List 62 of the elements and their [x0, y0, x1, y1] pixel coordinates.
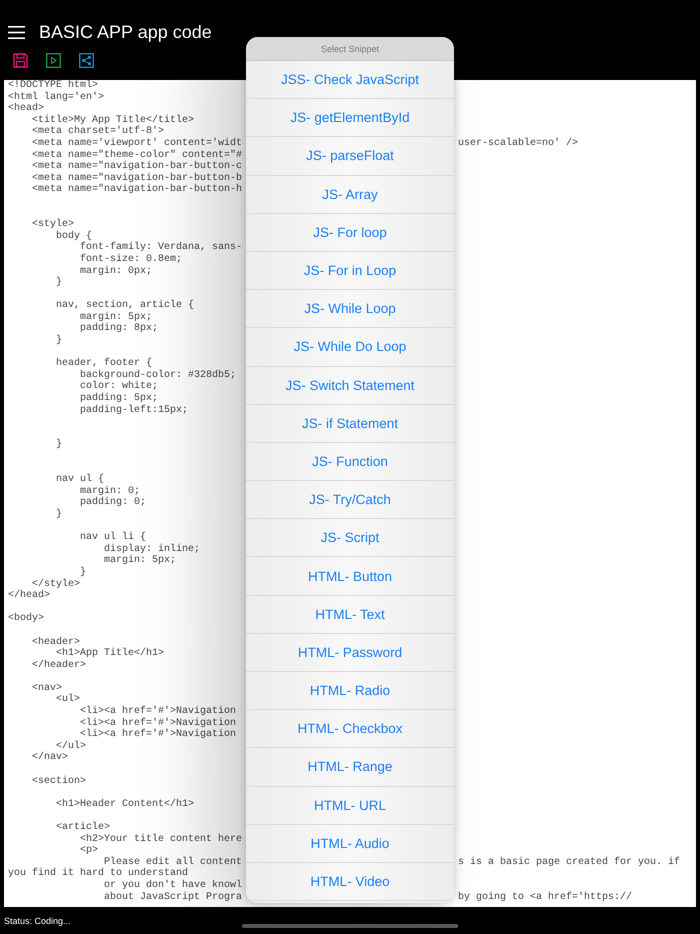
code-line: margin: 0px; [79, 266, 152, 278]
code-line: <style> [31, 219, 74, 230]
code-line: s is a basic page created for you. if [458, 856, 680, 868]
code-line: <p> [79, 845, 98, 857]
code-line: <meta name='viewport' content='widt [31, 138, 242, 150]
code-line: } [55, 335, 62, 347]
code-line: <meta name="navigation-bar-button-c [31, 161, 242, 172]
code-line: margin: 5px; [103, 555, 176, 567]
code-line: </style> [32, 578, 80, 590]
code-line: </header> [31, 660, 86, 672]
code-line: header, footer { [55, 358, 152, 370]
code-line: <body> [8, 613, 44, 625]
popover-title: Select Snippet [246, 37, 454, 61]
code-line: <meta name="navigation-bar-button-h [31, 184, 242, 196]
code-line: padding: 5px; [79, 393, 158, 404]
code-line: nav, section, article { [55, 300, 194, 312]
code-line: nav ul li { [79, 532, 146, 544]
code-line: by going to <a href='https:// [458, 892, 632, 904]
code-line: padding: 8px; [79, 323, 158, 336]
code-line: <h2>Your title content here [79, 834, 242, 846]
code-line: <meta charset='utf-8'> [31, 126, 164, 138]
code-line: </ul> [56, 740, 86, 752]
code-line: padding: 0; [79, 497, 146, 509]
app-title: BASIC APP app code [39, 21, 212, 43]
code-line: about JavaScript Progra [103, 892, 242, 904]
code-line: <h1>App Title</h1> [55, 648, 164, 660]
code-line: <li><a href='#'>Navigation [79, 706, 236, 718]
code-line: margin: 5px; [79, 312, 152, 323]
code-line: font-family: Verdana, sans- [79, 242, 242, 254]
code-line: user-scalable=no' /> [458, 138, 578, 150]
code-line: padding-left:15px; [79, 404, 188, 416]
code-line: <article> [55, 822, 110, 834]
code-line: <h1>Header Content</h1> [55, 798, 194, 810]
code-line: <li><a href='#'>Navigation [79, 729, 236, 740]
code-line: <header> [31, 636, 80, 648]
code-line: <meta name="theme-color" content="# [31, 150, 242, 161]
code-line: <!DOCTYPE html> [8, 80, 98, 92]
code-line: body { [55, 230, 92, 242]
code-line: color: white; [79, 381, 158, 392]
code-line: } [55, 508, 62, 521]
code-line: <section> [31, 776, 86, 788]
code-line: <nav> [31, 682, 62, 694]
status-text: Status: Coding... [3, 915, 72, 926]
code-line: background-color: #328db5; [79, 370, 236, 381]
code-line: <ul> [55, 694, 80, 706]
code-line: <html lang='en'> [8, 92, 104, 103]
code-line: display: inline; [103, 544, 200, 555]
code-line: } [80, 566, 86, 579]
code-line: </head> [8, 590, 50, 602]
code-line: margin: 0; [79, 486, 140, 497]
code-line: Please edit all content [104, 856, 242, 868]
code-line: font-size: 0.8em; [79, 254, 182, 266]
code-line: you find it hard to understand [8, 868, 188, 880]
code-line: <title>My App Title</title> [31, 114, 194, 126]
code-line: nav ul { [55, 474, 104, 486]
code-line: or you don't have knowl [103, 880, 242, 892]
code-line: } [55, 439, 62, 451]
code-line: <head> [8, 103, 44, 114]
code-line: } [55, 277, 62, 289]
code-line: <li><a href='#'>Navigation [79, 718, 236, 729]
code-line: <meta name="navigation-bar-button-b [31, 172, 242, 184]
code-line: </nav> [31, 752, 68, 764]
